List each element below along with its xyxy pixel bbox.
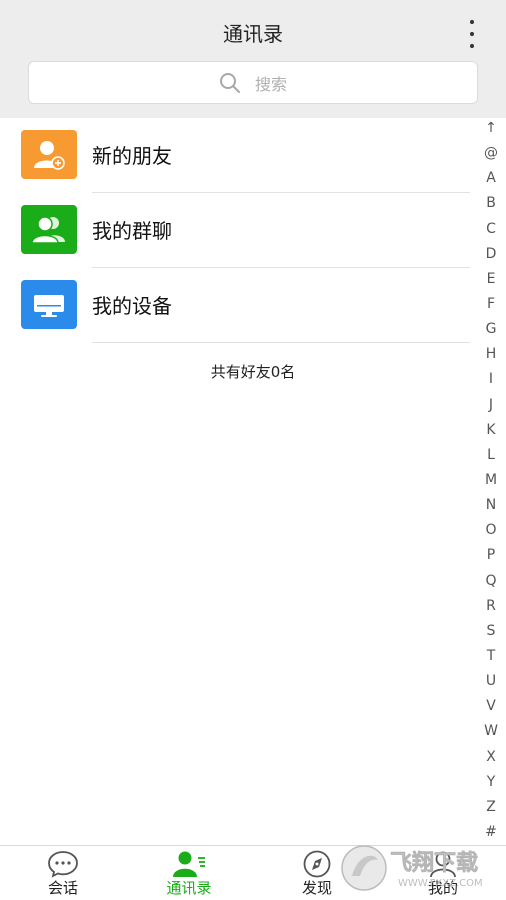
- my-groups-item[interactable]: 我的群聊: [0, 193, 470, 268]
- header: 通讯录 搜索: [0, 0, 506, 118]
- index-letter[interactable]: P: [480, 543, 502, 568]
- search-icon: [219, 72, 240, 93]
- index-letter[interactable]: N: [480, 493, 502, 518]
- index-letter[interactable]: G: [480, 317, 502, 342]
- index-letter[interactable]: E: [480, 267, 502, 292]
- compass-icon: [303, 850, 331, 878]
- tab-contacts-label: 通讯录: [166, 879, 212, 897]
- watermark-url: WWW.FXXZ.COM: [398, 878, 483, 889]
- index-letter[interactable]: Q: [480, 569, 502, 594]
- index-letter[interactable]: L: [480, 443, 502, 468]
- new-friends-item[interactable]: 新的朋友: [0, 118, 470, 193]
- index-letter[interactable]: F: [480, 292, 502, 317]
- index-letter[interactable]: K: [480, 418, 502, 443]
- index-letter[interactable]: S: [480, 619, 502, 644]
- index-letter[interactable]: @: [480, 141, 502, 166]
- chat-bubble-icon: [48, 851, 78, 878]
- search-placeholder: 搜索: [254, 74, 287, 94]
- page-title: 通讯录: [223, 22, 283, 46]
- index-letter[interactable]: Y: [480, 770, 502, 795]
- index-letter[interactable]: M: [480, 468, 502, 493]
- index-letter[interactable]: Z: [480, 795, 502, 820]
- contact-menu-list: 新的朋友 我的群聊 我的设备: [0, 118, 470, 343]
- index-letter[interactable]: C: [480, 217, 502, 242]
- index-letter[interactable]: I: [480, 367, 502, 392]
- index-letter[interactable]: ↑: [480, 116, 502, 141]
- index-letter[interactable]: R: [480, 594, 502, 619]
- index-letter[interactable]: U: [480, 669, 502, 694]
- group-icon: [21, 205, 77, 254]
- watermark-text: 飞翔下载: [390, 850, 478, 876]
- index-letter[interactable]: J: [480, 393, 502, 418]
- tab-chats-label: 会话: [47, 879, 78, 897]
- more-options-icon[interactable]: [464, 20, 480, 48]
- index-letter[interactable]: W: [480, 719, 502, 744]
- index-letter[interactable]: H: [480, 342, 502, 367]
- index-letter[interactable]: A: [480, 166, 502, 191]
- add-friend-icon: [21, 130, 77, 179]
- contacts-icon: [173, 851, 205, 877]
- watermark-logo: 飞翔下载 WWW.FXXZ.COM: [341, 845, 483, 891]
- search-input[interactable]: 搜索: [28, 61, 478, 104]
- index-letter[interactable]: O: [480, 518, 502, 543]
- index-letter[interactable]: B: [480, 191, 502, 216]
- index-letter[interactable]: D: [480, 242, 502, 267]
- my-devices-item[interactable]: 我的设备: [0, 268, 470, 343]
- monitor-icon: [21, 280, 77, 329]
- index-letter[interactable]: T: [480, 644, 502, 669]
- tab-chats[interactable]: 会话: [0, 846, 126, 900]
- new-friends-label: 新的朋友: [92, 144, 172, 168]
- index-letter[interactable]: X: [480, 745, 502, 770]
- friend-count-text: 共有好友0名: [210, 363, 296, 381]
- alphabet-index-bar[interactable]: ↑ @ A B C D E F G H I J K L M N O P Q R …: [480, 116, 502, 845]
- my-groups-label: 我的群聊: [92, 219, 172, 243]
- tab-contacts[interactable]: 通讯录: [126, 846, 252, 900]
- index-letter[interactable]: V: [480, 694, 502, 719]
- my-devices-label: 我的设备: [92, 294, 172, 318]
- divider: [92, 342, 470, 343]
